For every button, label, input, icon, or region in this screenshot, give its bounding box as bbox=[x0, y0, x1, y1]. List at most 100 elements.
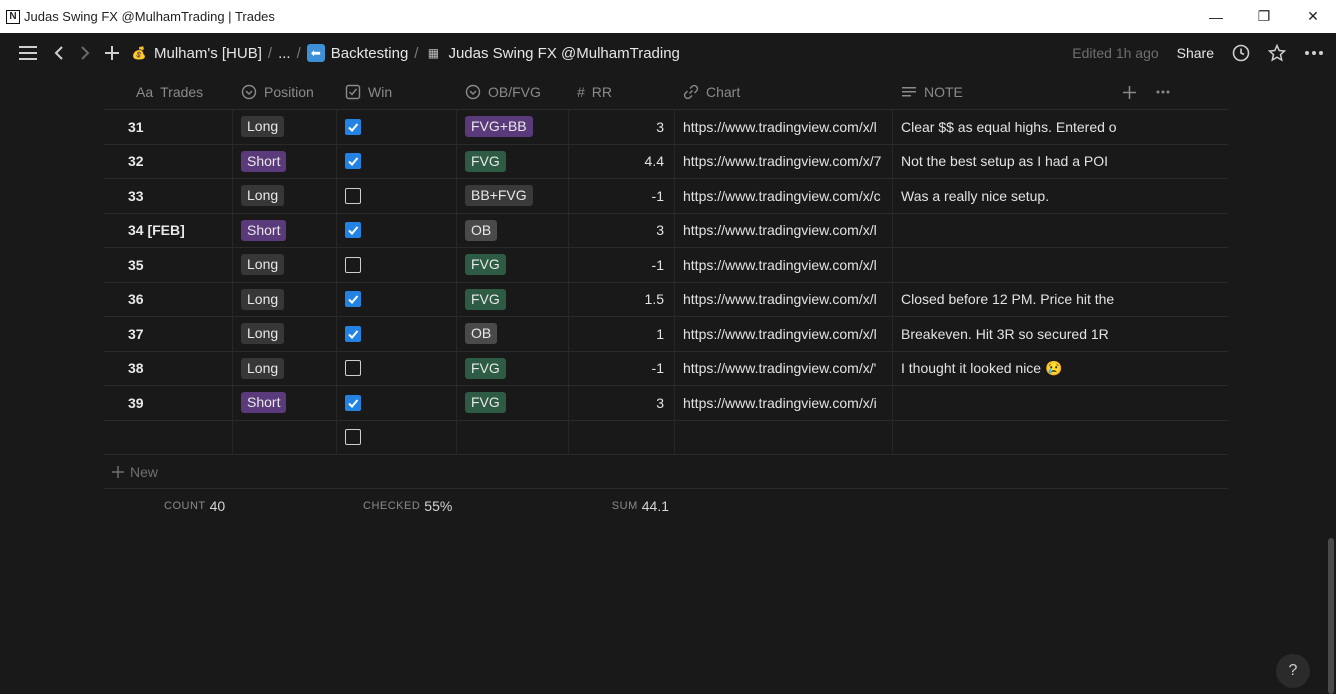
note-cell[interactable]: I thought it looked nice 😢 bbox=[893, 352, 1228, 386]
rr-cell[interactable]: 1.5 bbox=[569, 282, 675, 316]
win-cell[interactable] bbox=[337, 144, 457, 178]
table-row[interactable] bbox=[104, 420, 1228, 455]
rr-cell[interactable] bbox=[569, 420, 675, 454]
more-options-icon[interactable] bbox=[1156, 90, 1170, 94]
checked-calculation[interactable]: CHECKED 55% bbox=[337, 498, 457, 514]
win-checkbox-unchecked[interactable] bbox=[345, 256, 361, 273]
win-cell[interactable] bbox=[337, 110, 457, 144]
column-header-chart[interactable]: Chart bbox=[675, 75, 893, 110]
column-header-ob-fvg[interactable]: OB/FVG bbox=[457, 75, 569, 110]
table-row[interactable]: 32 Short FVG 4.4 https://www.tradingview.com… bbox=[104, 144, 1228, 179]
table-row[interactable]: 33 Long BB+FVG -1 https://www.tradingview.co… bbox=[104, 179, 1228, 214]
win-cell[interactable] bbox=[337, 213, 457, 247]
win-cell[interactable] bbox=[337, 420, 457, 454]
position-cell[interactable] bbox=[233, 420, 337, 454]
win-cell[interactable] bbox=[337, 351, 457, 385]
breadcrumb-backtesting[interactable]: ⬅ Backtesting bbox=[306, 44, 408, 62]
table-row[interactable]: 36 Long FVG 1.5 https://www.tradingview.com/… bbox=[104, 282, 1228, 317]
table-row[interactable]: 34 [FEB] Short OB 3 https://www.tradingview.… bbox=[104, 213, 1228, 248]
rr-cell[interactable]: 1 bbox=[569, 317, 675, 351]
win-checkbox-unchecked[interactable] bbox=[345, 187, 361, 204]
win-cell[interactable] bbox=[337, 248, 457, 282]
position-cell[interactable]: Long bbox=[233, 351, 337, 385]
trade-name-cell[interactable]: 32 bbox=[104, 144, 233, 178]
ob-fvg-cell[interactable]: OB bbox=[457, 317, 569, 351]
note-cell[interactable]: Not the best setup as I had a POI bbox=[893, 145, 1228, 179]
ob-fvg-cell[interactable]: FVG bbox=[457, 351, 569, 385]
note-cell[interactable]: Closed before 12 PM. Price hit the bbox=[893, 283, 1228, 317]
trade-name-cell[interactable] bbox=[104, 420, 233, 454]
add-property-icon[interactable] bbox=[1123, 85, 1136, 99]
ob-fvg-cell[interactable]: FVG bbox=[457, 386, 569, 420]
ob-fvg-cell[interactable] bbox=[457, 420, 569, 454]
chart-link-cell[interactable]: https://www.tradingview.com/x/l bbox=[675, 248, 893, 282]
ob-fvg-cell[interactable]: FVG+BB bbox=[457, 110, 569, 144]
trade-name-cell[interactable]: 33 bbox=[104, 179, 233, 213]
win-checkbox-checked[interactable] bbox=[345, 291, 361, 308]
chart-link-cell[interactable]: https://www.tradingview.com/x/7 bbox=[675, 144, 893, 178]
more-options-icon[interactable] bbox=[1304, 50, 1324, 56]
win-checkbox-checked[interactable] bbox=[345, 118, 361, 135]
rr-cell[interactable]: 4.4 bbox=[569, 144, 675, 178]
win-cell[interactable] bbox=[337, 179, 457, 213]
ob-fvg-cell[interactable]: OB bbox=[457, 213, 569, 247]
column-header-rr[interactable]: # RR bbox=[569, 75, 675, 110]
note-cell[interactable] bbox=[893, 421, 1228, 455]
trade-name-cell[interactable]: 38 bbox=[104, 351, 233, 385]
note-cell[interactable] bbox=[893, 248, 1228, 282]
rr-cell[interactable]: 3 bbox=[569, 110, 675, 144]
clock-icon[interactable] bbox=[1232, 44, 1250, 62]
forward-arrow-button[interactable] bbox=[80, 45, 90, 61]
rr-cell[interactable]: -1 bbox=[569, 179, 675, 213]
column-header-position[interactable]: Position bbox=[233, 75, 337, 110]
win-cell[interactable] bbox=[337, 317, 457, 351]
trade-name-cell[interactable]: 35 bbox=[104, 248, 233, 282]
table-row[interactable]: 31 Long FVG+BB 3 https://www.tradingview.com… bbox=[104, 110, 1228, 145]
ob-fvg-cell[interactable]: FVG bbox=[457, 144, 569, 178]
position-cell[interactable]: Long bbox=[233, 179, 337, 213]
ob-fvg-cell[interactable]: FVG bbox=[457, 282, 569, 316]
win-checkbox-checked[interactable] bbox=[345, 222, 361, 239]
rr-cell[interactable]: 3 bbox=[569, 213, 675, 247]
note-cell[interactable]: Was a really nice setup. bbox=[893, 179, 1228, 213]
win-checkbox-checked[interactable] bbox=[345, 394, 361, 411]
chart-link-cell[interactable]: https://www.tradingview.com/x/l bbox=[675, 110, 893, 144]
position-cell[interactable]: Short bbox=[233, 213, 337, 247]
count-calculation[interactable]: COUNT 40 bbox=[104, 498, 337, 514]
chart-link-cell[interactable]: https://www.tradingview.com/x/c bbox=[675, 179, 893, 213]
rr-cell[interactable]: 3 bbox=[569, 386, 675, 420]
win-cell[interactable] bbox=[337, 386, 457, 420]
trade-name-cell[interactable]: 36 bbox=[104, 282, 233, 316]
close-button[interactable]: ✕ bbox=[1290, 0, 1336, 33]
position-cell[interactable]: Long bbox=[233, 248, 337, 282]
position-cell[interactable]: Short bbox=[233, 144, 337, 178]
table-row[interactable]: 37 Long OB 1 https://www.tradingview.com/x/l… bbox=[104, 317, 1228, 352]
column-header-trades[interactable]: Aa Trades bbox=[104, 75, 233, 110]
table-row[interactable]: 35 Long FVG -1 https://www.tradingview.com/x… bbox=[104, 248, 1228, 283]
note-cell[interactable]: Clear $$ as equal highs. Entered o bbox=[893, 110, 1228, 144]
win-cell[interactable] bbox=[337, 282, 457, 316]
sum-calculation[interactable]: SUM 44.1 bbox=[457, 498, 675, 514]
position-cell[interactable]: Long bbox=[233, 282, 337, 316]
win-checkbox-checked[interactable] bbox=[345, 325, 361, 342]
table-row[interactable]: 38 Long FVG -1 https://www.tradingview.com/x… bbox=[104, 351, 1228, 386]
ob-fvg-cell[interactable]: FVG bbox=[457, 248, 569, 282]
minimize-button[interactable]: — bbox=[1193, 0, 1239, 33]
new-row-button[interactable]: New bbox=[104, 455, 1228, 489]
chart-link-cell[interactable]: https://www.tradingview.com/x/l bbox=[675, 213, 893, 247]
chart-link-cell[interactable]: https://www.tradingview.com/x/i bbox=[675, 386, 893, 420]
trade-name-cell[interactable]: 39 bbox=[104, 386, 233, 420]
win-checkbox-unchecked[interactable] bbox=[345, 429, 361, 446]
win-checkbox-checked[interactable] bbox=[345, 153, 361, 170]
trade-name-cell[interactable]: 31 bbox=[104, 110, 233, 144]
breadcrumb-current-page[interactable]: ▦ Judas Swing FX @MulhamTrading bbox=[424, 44, 680, 62]
back-arrow-button[interactable] bbox=[54, 45, 64, 61]
breadcrumb-ellipsis[interactable]: ... bbox=[278, 45, 291, 62]
scrollbar[interactable] bbox=[1328, 538, 1334, 694]
position-cell[interactable]: Long bbox=[233, 110, 337, 144]
chart-link-cell[interactable]: https://www.tradingview.com/x/l bbox=[675, 282, 893, 316]
note-cell[interactable] bbox=[893, 386, 1228, 420]
breadcrumb-hub[interactable]: 💰 Mulham's [HUB] bbox=[130, 44, 262, 62]
column-header-note[interactable]: NOTE bbox=[893, 75, 1123, 110]
add-page-button[interactable] bbox=[104, 45, 120, 61]
